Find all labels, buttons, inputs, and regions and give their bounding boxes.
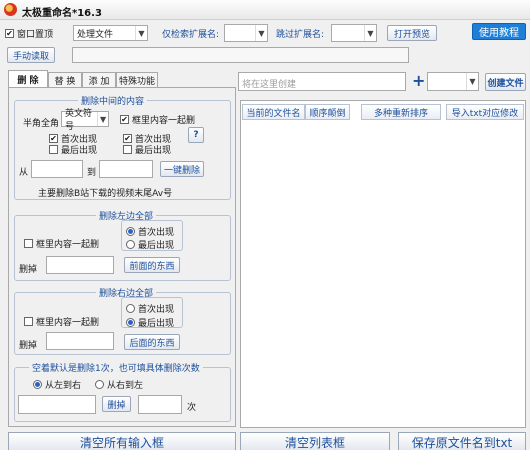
tab-delete[interactable]: 删 除 bbox=[8, 70, 48, 88]
radio-selected-icon bbox=[126, 227, 135, 236]
to-label: 到 bbox=[87, 168, 97, 178]
tab-add[interactable]: 添 加 bbox=[82, 72, 116, 88]
middle-include-box-label: 框里内容一起删 bbox=[132, 116, 196, 126]
checkbox-checked-icon: ✔ bbox=[123, 133, 132, 143]
from-input[interactable] bbox=[31, 160, 83, 178]
tab-special[interactable]: 特殊功能 bbox=[116, 72, 158, 88]
left-last-radio[interactable]: 最后出现 bbox=[126, 238, 174, 251]
open-preview-button[interactable]: 打开预览 bbox=[387, 25, 437, 41]
radio-empty-icon bbox=[126, 240, 135, 249]
left-last-checkbox[interactable]: 最后出现 bbox=[49, 143, 97, 156]
window-title: 太极重命名*16.3 bbox=[22, 8, 102, 19]
right-last-label: 最后出现 bbox=[135, 146, 172, 156]
times-label: 次 bbox=[187, 403, 197, 413]
left-include-box-checkbox[interactable]: 框里内容一起删 bbox=[24, 237, 99, 250]
checkbox-empty-icon bbox=[49, 145, 58, 154]
ext-only-label: 仅检索扩展名: bbox=[162, 30, 220, 40]
tab-replace[interactable]: 替 换 bbox=[48, 72, 82, 88]
front-stuff-button[interactable]: 前面的东西 bbox=[124, 257, 180, 273]
radio-empty-icon bbox=[95, 380, 104, 389]
left-to-right-radio[interactable]: 从左到右 bbox=[33, 378, 81, 391]
right-first-radio-label: 首次出现 bbox=[138, 305, 175, 315]
radio-selected-icon bbox=[126, 318, 135, 327]
checkbox-empty-icon bbox=[24, 239, 33, 248]
right-first-radio[interactable]: 首次出现 bbox=[126, 302, 174, 315]
col-current-filename: 当前的文件名 bbox=[242, 104, 305, 120]
checkbox-empty-icon bbox=[24, 317, 33, 326]
right-last-radio-label: 最后出现 bbox=[138, 319, 175, 329]
left-include-box-label: 框里内容一起删 bbox=[36, 240, 100, 250]
save-names-button[interactable]: 保存原文件名到txt bbox=[398, 432, 526, 450]
chevron-down-icon: ▼ bbox=[255, 25, 267, 41]
create-file-button[interactable]: 创建文件 bbox=[485, 73, 526, 91]
width-label: 半角全角 bbox=[23, 119, 60, 129]
right-cut-input[interactable] bbox=[46, 332, 114, 350]
ext-skip-label: 跳过扩展名: bbox=[276, 30, 325, 40]
delete-count-title: 空着默认是删除1次，也可填具体删除次数 bbox=[29, 361, 203, 374]
count-cut-button[interactable]: 删掉 bbox=[102, 396, 131, 412]
create-placeholder: 将在这里创建 bbox=[242, 80, 297, 90]
symbol-value: 英文符号 bbox=[65, 109, 93, 132]
mode-value: 处理文件 bbox=[77, 29, 114, 40]
radio-selected-icon bbox=[33, 380, 42, 389]
ext-only-select[interactable]: ▼ bbox=[224, 24, 268, 42]
ext-skip-select[interactable]: ▼ bbox=[331, 24, 377, 42]
left-to-right-label: 从左到右 bbox=[45, 381, 82, 391]
chevron-down-icon: ▼ bbox=[364, 25, 376, 41]
chevron-down-icon: ▼ bbox=[97, 112, 108, 126]
tutorial-button[interactable]: 使用教程 bbox=[472, 23, 526, 40]
help-button[interactable]: ? bbox=[188, 127, 204, 143]
manual-read-button[interactable]: 手动读取 bbox=[7, 47, 55, 63]
radio-empty-icon bbox=[126, 304, 135, 313]
middle-include-box-checkbox[interactable]: ✔ 框里内容一起删 bbox=[120, 113, 195, 126]
right-cut-label: 删掉 bbox=[19, 341, 38, 351]
checkbox-checked-icon: ✔ bbox=[49, 133, 58, 143]
to-input[interactable] bbox=[99, 160, 153, 178]
right-last-radio[interactable]: 最后出现 bbox=[126, 316, 174, 329]
topmost-label: 窗口置顶 bbox=[17, 30, 54, 40]
right-to-left-label: 从右到左 bbox=[107, 381, 144, 391]
left-cut-input[interactable] bbox=[46, 256, 114, 274]
mode-select[interactable]: 处理文件 ▼ bbox=[73, 25, 148, 41]
chevron-down-icon: ▼ bbox=[135, 26, 147, 40]
left-last-radio-label: 最后出现 bbox=[138, 241, 175, 251]
reorder-button[interactable]: 多种重新排序 bbox=[361, 104, 441, 120]
right-include-box-checkbox[interactable]: 框里内容一起删 bbox=[24, 315, 99, 328]
left-first-radio-label: 首次出现 bbox=[138, 228, 175, 238]
app-logo-icon bbox=[4, 3, 17, 16]
clear-list-button[interactable]: 清空列表框 bbox=[240, 432, 390, 450]
file-list[interactable] bbox=[240, 100, 526, 428]
count-number-input[interactable] bbox=[138, 395, 182, 414]
checkbox-checked-icon: ✔ bbox=[120, 114, 129, 124]
topmost-checkbox[interactable]: ✔ 窗口置顶 bbox=[5, 27, 53, 40]
symbol-select[interactable]: 英文符号 ▼ bbox=[61, 109, 109, 132]
back-stuff-button[interactable]: 后面的东西 bbox=[124, 334, 180, 350]
right-to-left-radio[interactable]: 从右到左 bbox=[95, 378, 143, 391]
one-click-delete-button[interactable]: 一键删除 bbox=[160, 161, 204, 177]
right-include-box-label: 框里内容一起删 bbox=[36, 318, 100, 328]
left-first-radio[interactable]: 首次出现 bbox=[126, 225, 174, 238]
checkbox-checked-icon: ✔ bbox=[5, 28, 14, 38]
reverse-order-button[interactable]: 顺序颠倒 bbox=[305, 104, 350, 120]
plus-icon[interactable]: + bbox=[412, 71, 425, 90]
path-input[interactable] bbox=[72, 47, 409, 63]
checkbox-empty-icon bbox=[123, 145, 132, 154]
create-type-select[interactable]: ▼ bbox=[427, 72, 479, 91]
import-txt-button[interactable]: 导入txt对应修改 bbox=[446, 104, 524, 120]
left-cut-label: 删掉 bbox=[19, 265, 38, 275]
left-last-label: 最后出现 bbox=[61, 146, 98, 156]
right-last-checkbox[interactable]: 最后出现 bbox=[123, 143, 171, 156]
count-text-input[interactable] bbox=[18, 395, 96, 414]
chevron-down-icon: ▼ bbox=[466, 73, 478, 90]
clear-inputs-button[interactable]: 清空所有输入框 bbox=[8, 432, 236, 450]
from-label: 从 bbox=[19, 168, 29, 178]
create-path-input[interactable]: 将在这里创建 bbox=[238, 72, 406, 91]
bilibili-note: 主要删除B站下载的视频末尾Av号 bbox=[38, 189, 173, 199]
